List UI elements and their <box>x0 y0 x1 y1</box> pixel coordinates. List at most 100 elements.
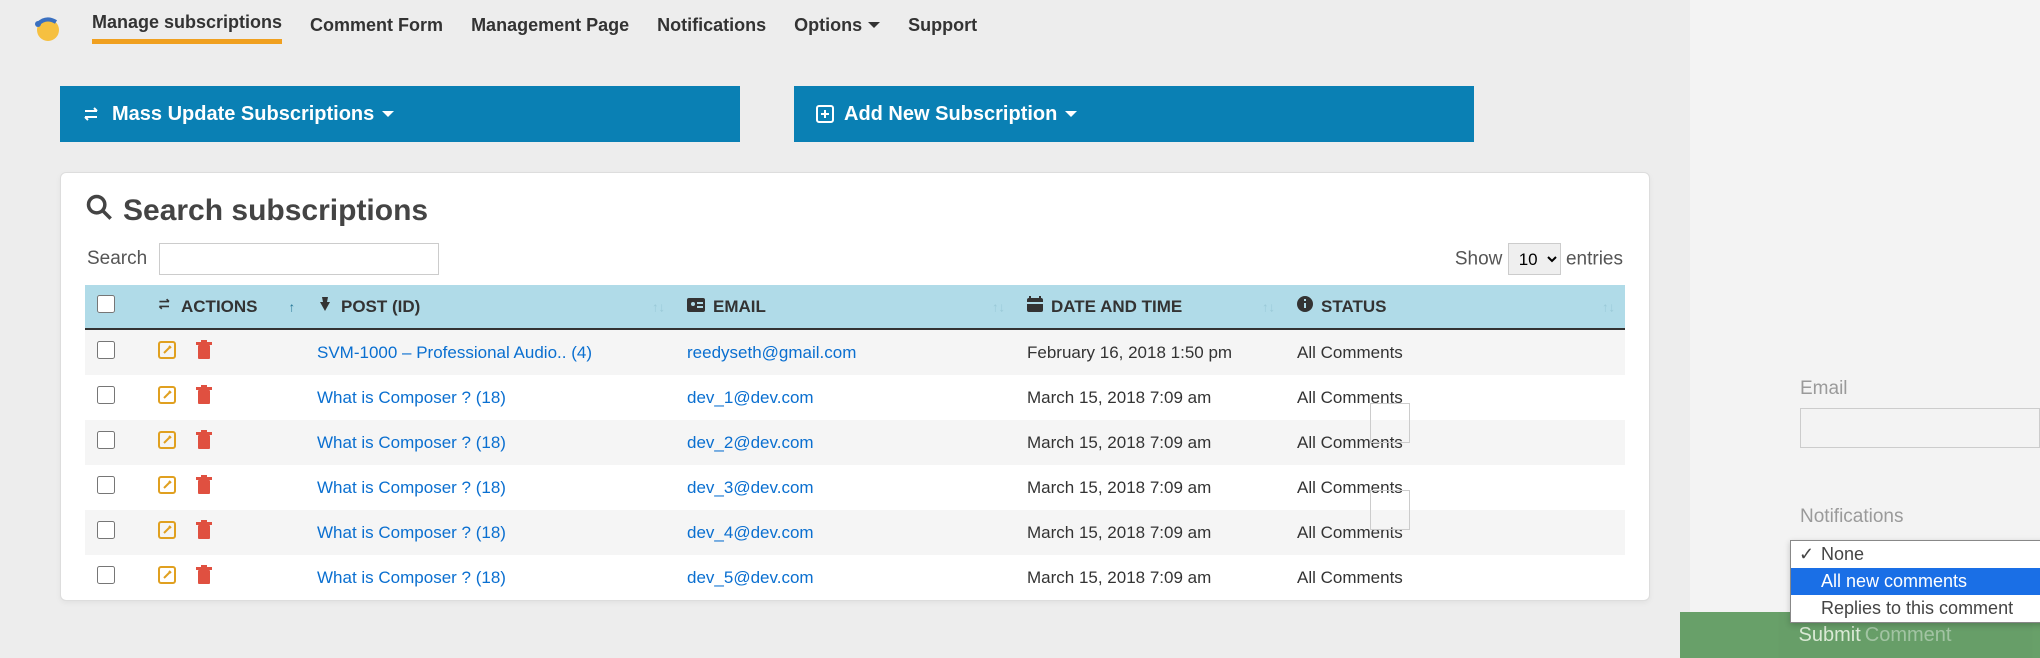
row-date: March 15, 2018 7:09 am <box>1015 510 1285 555</box>
edit-icon[interactable] <box>157 430 177 455</box>
sort-icon: ↑↓ <box>992 299 1005 314</box>
card-title-text: Search subscriptions <box>123 194 428 228</box>
dropdown-option[interactable]: None <box>1791 541 2040 568</box>
chevron-down-icon <box>1065 111 1077 123</box>
edit-icon[interactable] <box>157 520 177 545</box>
calendar-icon <box>1027 296 1043 317</box>
col-email[interactable]: EMAIL ↑↓ <box>675 285 1015 329</box>
email-link[interactable]: dev_2@dev.com <box>687 433 814 452</box>
nav-comment-form[interactable]: Comment Form <box>310 15 443 42</box>
trash-icon[interactable] <box>195 520 213 545</box>
row-checkbox[interactable] <box>97 386 115 404</box>
col-actions[interactable]: ACTIONS ↑ <box>145 285 305 329</box>
col-checkbox <box>85 285 145 329</box>
col-actions-label: ACTIONS <box>181 297 258 317</box>
post-link[interactable]: What is Composer ? (18) <box>317 478 506 497</box>
row-checkbox[interactable] <box>97 566 115 584</box>
input-fragment[interactable] <box>1370 490 1410 530</box>
dropdown-option[interactable]: All new comments <box>1791 568 2040 595</box>
notifications-label: Notifications <box>1800 506 2040 528</box>
page-size-select[interactable]: 10 <box>1508 243 1561 275</box>
post-link[interactable]: SVM-1000 – Professional Audio.. (4) <box>317 343 592 362</box>
trash-icon[interactable] <box>195 565 213 590</box>
trash-icon[interactable] <box>195 385 213 410</box>
email-link[interactable]: dev_1@dev.com <box>687 388 814 407</box>
notifications-dropdown[interactable]: NoneAll new commentsReplies to this comm… <box>1790 540 2040 623</box>
col-post[interactable]: POST (ID) ↑↓ <box>305 285 675 329</box>
add-subscription-button[interactable]: Add New Subscription <box>794 86 1474 142</box>
row-checkbox[interactable] <box>97 476 115 494</box>
add-subscription-label: Add New Subscription <box>844 103 1057 126</box>
email-label: Email <box>1800 378 2040 400</box>
row-date: March 15, 2018 7:09 am <box>1015 555 1285 600</box>
nav-management-page[interactable]: Management Page <box>471 15 629 42</box>
edit-icon[interactable] <box>157 475 177 500</box>
post-link[interactable]: What is Composer ? (18) <box>317 388 506 407</box>
email-link[interactable]: dev_5@dev.com <box>687 568 814 587</box>
sort-asc-icon: ↑ <box>289 299 296 314</box>
post-link[interactable]: What is Composer ? (18) <box>317 568 506 587</box>
col-post-label: POST (ID) <box>341 297 420 317</box>
id-card-icon <box>687 297 705 317</box>
col-date-label: DATE AND TIME <box>1051 297 1182 317</box>
search-card: Search subscriptions Search Show 10 entr… <box>60 172 1650 601</box>
chevron-down-icon <box>382 111 394 123</box>
table-row: What is Composer ? (18) dev_5@dev.com Marc… <box>85 555 1625 600</box>
sort-icon: ↑↓ <box>1262 299 1275 314</box>
row-date: March 15, 2018 7:09 am <box>1015 465 1285 510</box>
swap-icon <box>82 104 102 124</box>
col-email-label: EMAIL <box>713 297 766 317</box>
dropdown-option[interactable]: Replies to this comment <box>1791 595 2040 622</box>
search-input[interactable] <box>159 243 439 275</box>
select-all-checkbox[interactable] <box>97 295 115 313</box>
row-status: All Comments <box>1285 555 1625 600</box>
email-link[interactable]: dev_4@dev.com <box>687 523 814 542</box>
comment-form-fragment: Email Notifications NoneAll new comments… <box>1730 0 2040 658</box>
col-date[interactable]: DATE AND TIME ↑↓ <box>1015 285 1285 329</box>
email-link[interactable]: reedyseth@gmail.com <box>687 343 856 362</box>
trash-icon[interactable] <box>195 475 213 500</box>
show-label: Show <box>1455 249 1503 270</box>
row-status: All Comments <box>1285 510 1625 555</box>
row-status: All Comments <box>1285 420 1625 465</box>
trash-icon[interactable] <box>195 430 213 455</box>
row-checkbox[interactable] <box>97 521 115 539</box>
submit-label-suffix: Comment <box>1865 624 1952 647</box>
row-status: All Comments <box>1285 465 1625 510</box>
sort-icon: ↑↓ <box>652 299 665 314</box>
col-status-label: STATUS <box>1321 297 1386 317</box>
nav-support[interactable]: Support <box>908 15 977 42</box>
trash-icon[interactable] <box>195 340 213 365</box>
row-status: All Comments <box>1285 329 1625 375</box>
row-date: March 15, 2018 7:09 am <box>1015 420 1285 465</box>
search-icon <box>85 193 113 229</box>
email-link[interactable]: dev_3@dev.com <box>687 478 814 497</box>
mass-update-label: Mass Update Subscriptions <box>112 103 374 126</box>
edit-icon[interactable] <box>157 385 177 410</box>
nav-options[interactable]: Options <box>794 15 880 42</box>
pin-icon <box>317 296 333 317</box>
input-fragment[interactable] <box>1370 403 1410 443</box>
post-link[interactable]: What is Composer ? (18) <box>317 433 506 452</box>
edit-icon[interactable] <box>157 565 177 590</box>
search-label: Search <box>87 248 147 270</box>
plugin-logo-icon <box>32 12 64 44</box>
edit-icon[interactable] <box>157 340 177 365</box>
row-checkbox[interactable] <box>97 431 115 449</box>
email-field[interactable] <box>1800 408 2040 448</box>
mass-update-button[interactable]: Mass Update Subscriptions <box>60 86 740 142</box>
row-checkbox[interactable] <box>97 341 115 359</box>
entries-label: entries <box>1566 249 1623 270</box>
swap-icon <box>157 296 173 317</box>
col-status[interactable]: STATUS ↑↓ <box>1285 285 1625 329</box>
row-date: February 16, 2018 1:50 pm <box>1015 329 1285 375</box>
submit-label-prefix: Submit <box>1799 624 1861 647</box>
sort-icon: ↑↓ <box>1602 299 1615 314</box>
row-status: All Comments <box>1285 375 1625 420</box>
nav-notifications[interactable]: Notifications <box>657 15 766 42</box>
top-nav: Manage subscriptions Comment Form Manage… <box>20 0 1690 56</box>
nav-manage-subscriptions[interactable]: Manage subscriptions <box>92 12 282 44</box>
post-link[interactable]: What is Composer ? (18) <box>317 523 506 542</box>
card-title: Search subscriptions <box>85 193 1625 229</box>
info-icon <box>1297 296 1313 317</box>
